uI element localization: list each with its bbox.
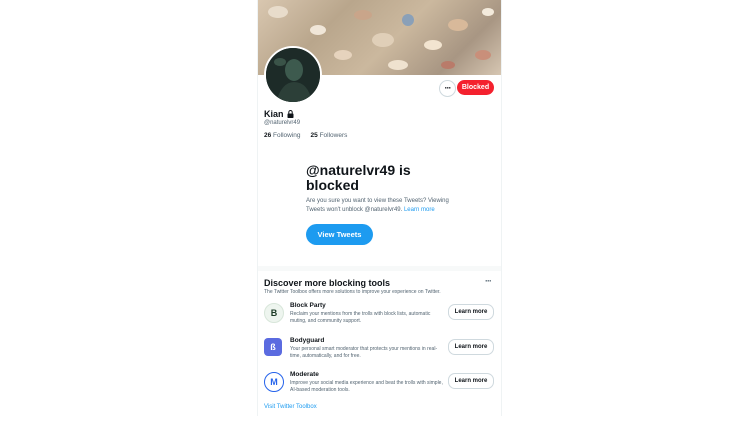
followers-count: 25 (310, 132, 318, 139)
more-options-button[interactable]: ··· (439, 80, 456, 97)
followers-label: Followers (319, 132, 348, 139)
profile-name-row: Kian (264, 109, 294, 119)
blocked-button[interactable]: Blocked (457, 80, 494, 95)
bodyguard-icon: ß (264, 338, 282, 356)
learn-more-button[interactable]: Learn more (448, 304, 494, 320)
learn-more-button[interactable]: Learn more (448, 339, 494, 355)
tool-description: Improve your social media experience and… (290, 380, 443, 393)
avatar-image (266, 48, 320, 102)
profile-name: Kian (264, 109, 284, 119)
profile-column: ··· Blocked Kian @naturelvr49 26 Followi… (257, 0, 502, 416)
blocked-learn-more-link[interactable]: Learn more (404, 207, 435, 213)
followers-link[interactable]: 25 Followers (311, 132, 348, 139)
tool-bodyguard: ß Bodyguard Your personal smart moderato… (264, 337, 495, 367)
tool-description: Your personal smart moderator that prote… (290, 346, 438, 359)
blocked-description: Are you sure you want to view these Twee… (306, 197, 466, 215)
tool-name: Block Party (290, 302, 326, 309)
blocked-title: @naturelvr49 is blocked (306, 162, 411, 193)
following-count: 26 (264, 132, 272, 139)
following-link[interactable]: 26 Following (264, 132, 301, 139)
profile-handle: @naturelvr49 (264, 120, 301, 126)
tool-description: Reclaim your mentions from the trolls wi… (290, 311, 431, 324)
tool-block-party: B Block Party Reclaim your mentions from… (264, 302, 495, 332)
discover-title: Discover more blocking tools (264, 278, 391, 288)
tool-moderate: M Moderate Improve your social media exp… (264, 371, 495, 401)
follow-stats: 26 Following 25 Followers (264, 132, 347, 139)
tool-name: Bodyguard (290, 337, 325, 344)
moderate-icon: M (264, 372, 284, 392)
learn-more-button[interactable]: Learn more (448, 373, 494, 389)
following-label: Following (273, 132, 301, 139)
discover-subtitle: The Twitter Toolbox offers more solution… (264, 289, 441, 295)
discover-more-button[interactable]: ··· (485, 276, 492, 286)
block-party-icon: B (264, 303, 284, 323)
view-tweets-button[interactable]: View Tweets (306, 224, 373, 245)
tool-name: Moderate (290, 371, 319, 378)
blocking-tools-section: Discover more blocking tools ··· The Twi… (258, 266, 501, 421)
lock-icon (287, 110, 294, 118)
visit-toolbox-link[interactable]: Visit Twitter Toolbox (264, 404, 317, 410)
avatar[interactable] (264, 46, 322, 104)
